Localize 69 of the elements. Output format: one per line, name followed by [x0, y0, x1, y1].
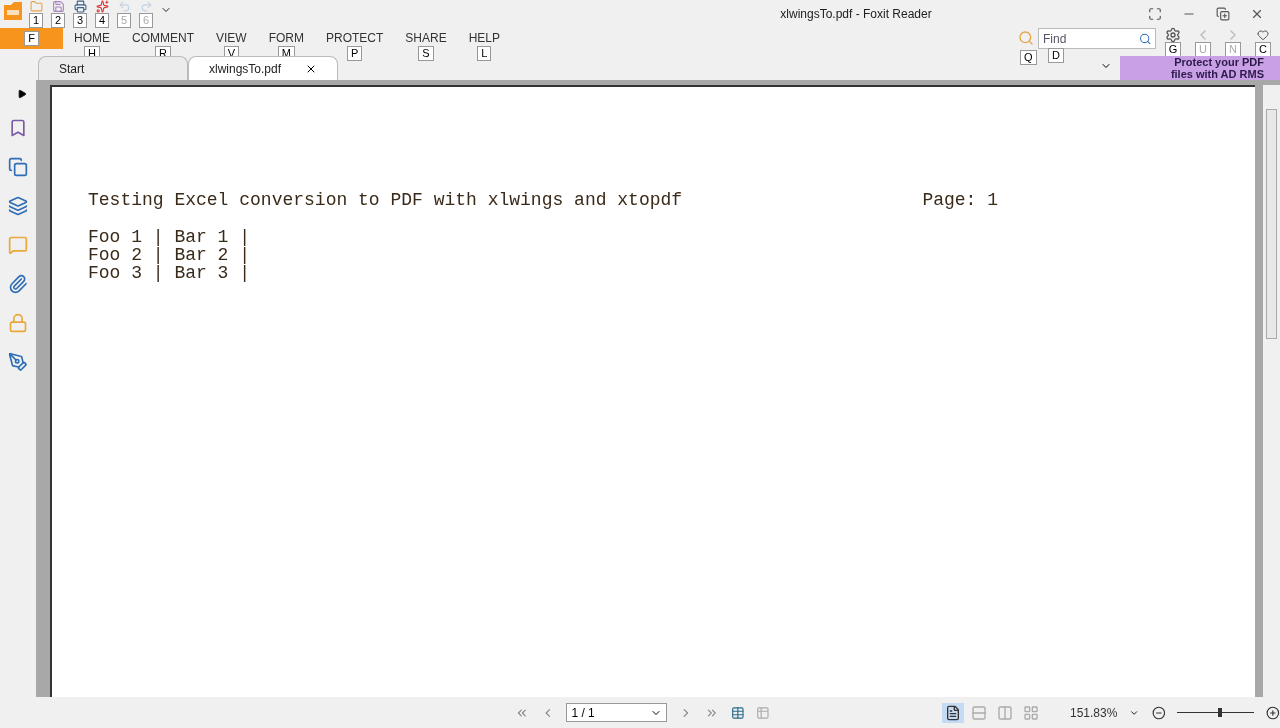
keytip: 3 — [72, 13, 88, 28]
view-mode-button[interactable] — [941, 702, 964, 723]
search-icon — [1138, 31, 1151, 46]
pages-icon[interactable] — [8, 157, 28, 177]
keytip: 4 — [94, 13, 110, 28]
settings-icon — [1165, 27, 1181, 43]
scroll-thumb[interactable] — [1266, 109, 1277, 339]
table-row-text: Foo 1 | Bar 1 | — [88, 228, 252, 246]
table-row-text: Foo 2 | Bar 2 | — [88, 246, 252, 264]
keytip: Q — [1020, 50, 1037, 65]
layers-icon[interactable] — [8, 196, 28, 216]
window-title: xlwingsTo.pdf - Foxit Reader — [779, 6, 933, 23]
keytip: 6 — [138, 13, 154, 28]
app-logo-icon — [4, 2, 22, 20]
ribbon-tab[interactable]: COMMENT — [132, 28, 194, 48]
page-field[interactable]: 1 / 1 — [566, 703, 668, 722]
slider-thumb[interactable] — [1217, 708, 1222, 717]
keytip: F — [24, 31, 39, 46]
find-input[interactable]: Find — [1043, 29, 1139, 48]
zoom-value[interactable]: 151.83% — [1069, 703, 1118, 722]
ribbon-tab[interactable]: HELP — [468, 28, 501, 48]
ribbon-tab[interactable]: HOME — [74, 28, 110, 48]
keytip: 2 — [50, 13, 66, 28]
folder-icon — [29, 0, 43, 13]
tab-label: xlwingsTo.pdf — [209, 60, 282, 78]
keytip: D — [1048, 48, 1064, 63]
keytip: 5 — [116, 13, 132, 28]
close-icon[interactable] — [1250, 7, 1264, 21]
expand-panel-icon[interactable] — [17, 89, 27, 99]
ribbon-tab[interactable]: PROTECT — [326, 28, 384, 48]
ad-text: Protect your PDF — [1174, 56, 1264, 68]
keytip: S — [418, 46, 434, 61]
quick-access-button[interactable] — [94, 0, 110, 13]
file-tab[interactable]: F — [0, 28, 63, 49]
keytip: 1 — [28, 13, 44, 28]
save-icon — [51, 0, 65, 13]
document-heading: Testing Excel conversion to PDF with xlwings and xtopdf — [88, 191, 683, 209]
continuous-icon — [970, 704, 987, 721]
document-tab[interactable]: Start — [38, 56, 188, 80]
ribbon-tab[interactable]: VIEW — [216, 28, 247, 48]
ribbon-tab[interactable]: FORM — [268, 28, 304, 48]
printer-icon — [73, 0, 87, 13]
fullscreen-icon[interactable] — [1148, 7, 1162, 21]
single-page-icon — [944, 704, 961, 721]
page-number: Page: 1 — [922, 191, 998, 209]
document-tab[interactable]: xlwingsTo.pdf — [188, 56, 338, 80]
table-row-text: Foo 3 | Bar 3 | — [88, 264, 252, 282]
bookmark-icon[interactable] — [8, 118, 28, 138]
heart-icon — [1257, 29, 1269, 41]
tab-label: Start — [59, 60, 85, 78]
redo-icon — [139, 0, 153, 13]
zoom-out-icon[interactable] — [1151, 704, 1166, 721]
sparkle-icon — [95, 0, 109, 13]
restore-icon[interactable] — [1216, 7, 1230, 21]
keytip: P — [347, 46, 363, 61]
keytip: L — [477, 46, 492, 61]
continuous-facing-icon — [1022, 704, 1039, 721]
quick-access-button[interactable] — [50, 0, 66, 13]
undo-icon — [117, 0, 131, 13]
find-field[interactable]: Find — [1038, 28, 1156, 49]
facing-icon — [996, 704, 1013, 721]
quick-access-button[interactable] — [72, 0, 88, 13]
zoom-slider[interactable] — [1177, 707, 1255, 718]
ribbon-tab[interactable]: SHARE — [405, 28, 447, 48]
paperclip-icon[interactable] — [8, 274, 28, 294]
zoom-in-icon[interactable] — [1266, 704, 1280, 721]
ad-banner[interactable]: Protect your PDF files with AD RMS — [1120, 56, 1280, 80]
pen-icon[interactable] — [8, 352, 28, 372]
ad-text: files with AD RMS — [1170, 68, 1264, 80]
